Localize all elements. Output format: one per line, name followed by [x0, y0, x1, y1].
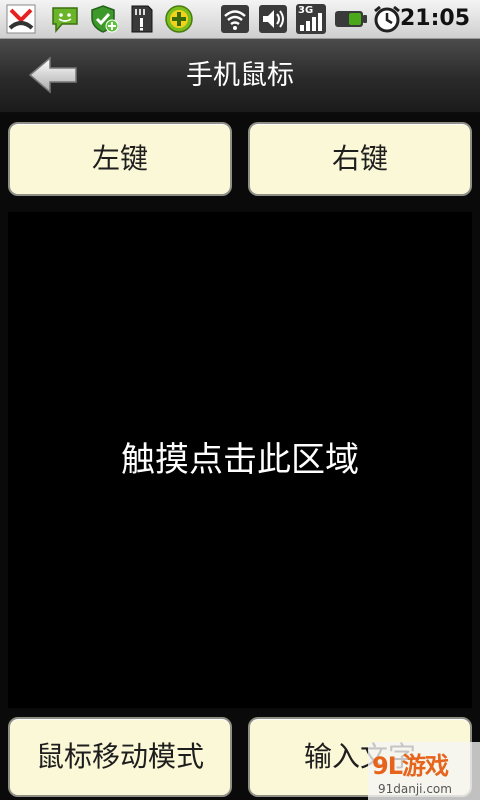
sd-card-icon: [131, 5, 153, 33]
status-time: 21:05: [399, 6, 470, 31]
missed-call-icon: [6, 4, 36, 34]
back-arrow-icon: [28, 56, 77, 94]
alarm-icon: [374, 5, 400, 33]
sms-icon: [52, 7, 78, 34]
status-bar: 3G 21:05: [0, 0, 480, 39]
add-icon: [165, 5, 193, 33]
touch-area[interactable]: 触摸点击此区域: [8, 212, 472, 708]
watermark-url: 91danji.com: [378, 782, 452, 796]
wifi-icon: [221, 5, 249, 33]
watermark-logo: 9L游戏: [372, 752, 449, 780]
shield-check-icon: [91, 5, 118, 33]
back-button[interactable]: [28, 55, 82, 95]
left-click-button[interactable]: 左键: [8, 122, 232, 196]
battery-icon: [335, 11, 367, 27]
network-type-label: 3G: [298, 5, 314, 16]
touch-area-label: 触摸点击此区域: [121, 440, 359, 480]
signal-icon: 3G: [296, 4, 326, 34]
mouse-move-mode-button[interactable]: 鼠标移动模式: [8, 717, 232, 797]
volume-icon: [259, 5, 287, 33]
watermark: 9L游戏 91danji.com: [368, 742, 480, 800]
title-bar: 手机鼠标: [0, 39, 480, 114]
right-click-button[interactable]: 右键: [248, 122, 472, 196]
